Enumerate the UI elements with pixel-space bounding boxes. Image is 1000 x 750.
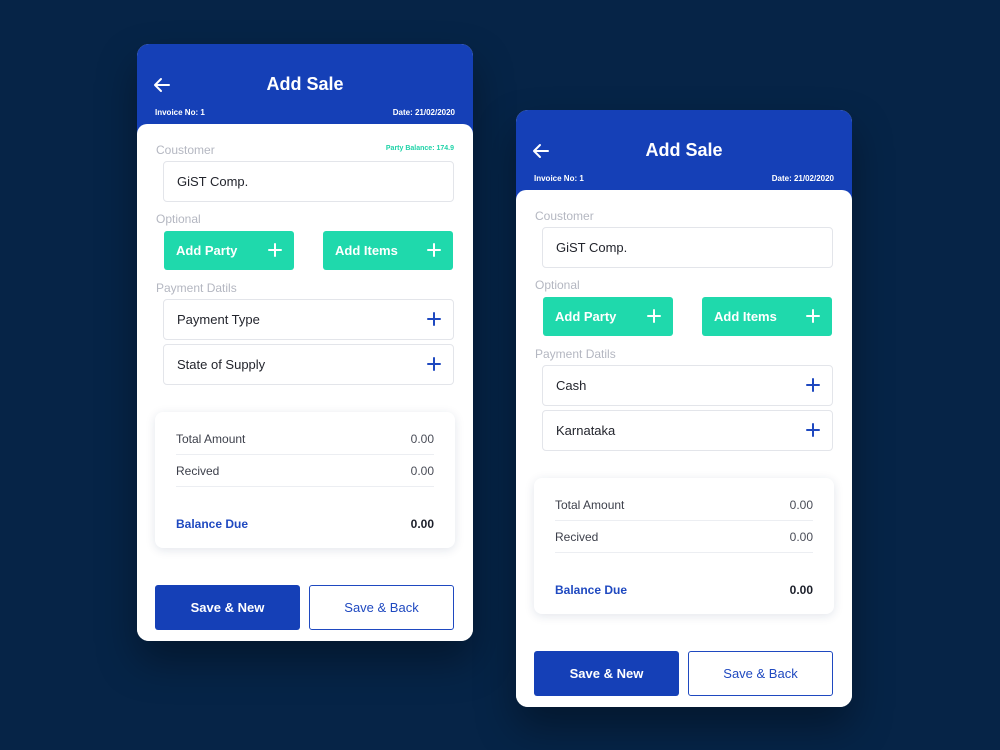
party-balance: Party Balance: 174.9 [385,145,454,152]
save-back-button[interactable]: Save & Back [688,651,833,696]
divider [176,486,434,487]
optional-label: Optional [535,278,580,292]
payment-details-label: Payment Datils [535,347,616,361]
add-party-label: Add Party [176,243,238,258]
customer-label: Coustomer [535,209,594,223]
received-value: 0.00 [789,530,813,544]
customer-label: Coustomer [156,143,215,157]
save-back-button[interactable]: Save & Back [309,585,454,630]
total-amount-label: Total Amount [555,498,625,512]
total-amount-label: Total Amount [176,432,246,446]
optional-label: Optional [156,212,201,226]
summary-card: Total Amount 0.00 Recived 0.00 Balance D… [155,412,455,548]
customer-field[interactable]: GiST Comp. [542,227,833,268]
balance-due-label: Balance Due [555,583,628,597]
state-of-supply-field[interactable]: State of Supply [163,344,454,385]
plus-icon [427,243,441,257]
divider [176,454,434,455]
total-amount-value: 0.00 [410,432,434,446]
state-of-supply-label: State of Supply [177,357,266,372]
add-items-button[interactable]: Add Items [702,297,832,336]
balance-due-value: 0.00 [789,583,813,597]
add-party-button[interactable]: Add Party [164,231,294,270]
invoice-date: Date: 21/02/2020 [392,108,455,117]
plus-icon [268,243,282,257]
received-label: Recived [176,464,220,478]
page-title: Add Sale [645,140,723,160]
invoice-number: Invoice No: 1 [534,174,584,183]
payment-type-field[interactable]: Cash [542,365,833,406]
add-party-button[interactable]: Add Party [543,297,673,336]
received-label: Recived [555,530,599,544]
save-new-button[interactable]: Save & New [155,585,300,630]
divider [555,552,813,553]
total-amount-row: Total Amount 0.00 [555,498,813,512]
balance-due-row: Balance Due 0.00 [555,583,813,597]
add-items-label: Add Items [714,309,777,324]
balance-due-label: Balance Due [176,517,249,531]
page-title: Add Sale [266,74,344,94]
received-row: Recived 0.00 [176,464,434,478]
balance-due-value: 0.00 [410,517,434,531]
add-sale-screen-left: Add Sale Invoice No: 1 Date: 21/02/2020 … [137,44,473,641]
plus-icon[interactable] [427,312,441,326]
form-body: Coustomer GiST Comp. Optional Add Party … [516,190,852,707]
plus-icon [647,309,661,323]
divider [555,520,813,521]
add-party-label: Add Party [555,309,617,324]
invoice-number: Invoice No: 1 [155,108,205,117]
received-value: 0.00 [410,464,434,478]
balance-due-row: Balance Due 0.00 [176,517,434,531]
state-of-supply-field[interactable]: Karnataka [542,410,833,451]
invoice-date: Date: 21/02/2020 [771,174,834,183]
add-sale-screen-right: Add Sale Invoice No: 1 Date: 21/02/2020 … [516,110,852,707]
add-items-button[interactable]: Add Items [323,231,453,270]
payment-type-field[interactable]: Payment Type [163,299,454,340]
form-body: Coustomer Party Balance: 174.9 GiST Comp… [137,124,473,641]
plus-icon [806,309,820,323]
state-of-supply-value: Karnataka [556,423,616,438]
plus-icon[interactable] [806,378,820,392]
summary-card: Total Amount 0.00 Recived 0.00 Balance D… [534,478,834,614]
add-items-label: Add Items [335,243,398,258]
received-row: Recived 0.00 [555,530,813,544]
total-amount-row: Total Amount 0.00 [176,432,434,446]
plus-icon[interactable] [427,357,441,371]
payment-type-label: Payment Type [177,312,260,327]
save-new-button[interactable]: Save & New [534,651,679,696]
plus-icon[interactable] [806,423,820,437]
payment-type-value: Cash [556,378,587,393]
customer-field[interactable]: GiST Comp. [163,161,454,202]
total-amount-value: 0.00 [789,498,813,512]
payment-details-label: Payment Datils [156,281,237,295]
